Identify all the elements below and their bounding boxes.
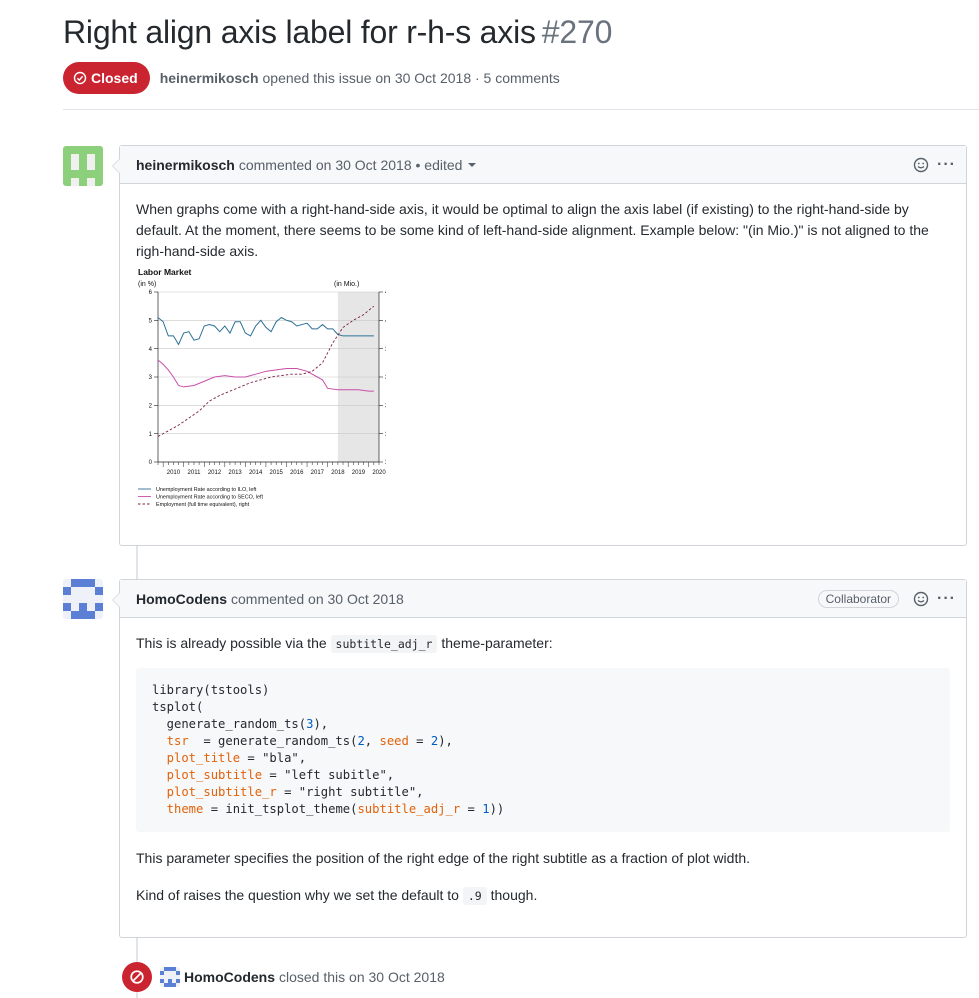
smiley-icon[interactable] <box>911 589 931 609</box>
inline-code: .9 <box>462 887 487 905</box>
comment-meta[interactable]: commented on 30 Oct 2018 • edited <box>239 157 463 173</box>
comment-header: heinermikosch commented on 30 Oct 2018 •… <box>120 146 966 184</box>
comment-paragraph: Kind of raises the question why we set t… <box>136 885 950 906</box>
issue-closed-icon <box>73 71 87 85</box>
event-text: closed this on 30 Oct 2018 <box>279 969 445 985</box>
x-tick-label: 2019 <box>352 470 366 476</box>
x-tick-label: 2020 <box>372 470 386 476</box>
timeline-connector <box>136 546 138 582</box>
text-segment: This is already possible via the <box>136 635 327 651</box>
x-tick-label: 2010 <box>167 470 181 476</box>
x-tick-label: 2014 <box>249 470 263 476</box>
chart-subtitle-left: (in %) <box>138 281 156 288</box>
y-tick-label-left: 3 <box>149 375 153 381</box>
x-tick-label: 2018 <box>331 470 345 476</box>
comment-text: When graphs come with a right-hand-side … <box>136 201 929 259</box>
comment-meta[interactable]: commented on 30 Oct 2018 <box>231 591 404 607</box>
comment-body: This is already possible via the subtitl… <box>120 618 966 921</box>
labor-market-chart: Labor Market (in %) (in Mio.) 0 1 2 3 4 5 6 3.5 3.6… <box>136 266 394 516</box>
inline-code: subtitle_adj_r <box>330 635 438 653</box>
legend-label: Employment (full time equivalent), right <box>156 502 250 508</box>
more-options-icon[interactable]: ··· <box>937 156 956 173</box>
issue-opened-text: opened this issue on 30 Oct 2018 · 5 com… <box>262 70 560 86</box>
x-tick-label: 2011 <box>188 470 202 476</box>
comment-body: When graphs come with a right-hand-side … <box>120 184 966 531</box>
x-tick-label: 2017 <box>311 470 325 476</box>
text-segment: Kind of raises the question why we set t… <box>136 887 459 903</box>
closed-event: HomoCodens closed this on 30 Oct 2018 <box>122 962 445 992</box>
state-label: Closed <box>91 70 138 86</box>
y-tick-label-left: 5 <box>149 319 153 325</box>
comment-paragraph: This parameter specifies the position of… <box>136 850 751 866</box>
issue-number: #270 <box>541 14 613 50</box>
issue-title-text: Right align axis label for r-h-s axis <box>63 14 536 50</box>
event-author-link[interactable]: HomoCodens <box>184 969 275 985</box>
comment-author-link[interactable]: heinermikosch <box>136 157 235 173</box>
chart-subtitle-right: (in Mio.) <box>334 281 359 288</box>
header-divider <box>63 109 979 110</box>
x-tick-label: 2016 <box>290 470 304 476</box>
avatar[interactable] <box>160 967 180 987</box>
y-tick-label-left: 4 <box>149 347 153 353</box>
avatar[interactable] <box>63 146 103 186</box>
chart-title: Labor Market <box>138 267 192 277</box>
y-tick-label-right: 3.9 <box>385 347 386 353</box>
more-options-icon[interactable]: ··· <box>937 590 956 607</box>
x-tick-label: 2012 <box>208 470 222 476</box>
y-tick-label-right: 4.1 <box>385 290 386 296</box>
x-tick-label: 2015 <box>270 470 284 476</box>
comment-header: HomoCodens commented on 30 Oct 2018 Coll… <box>120 580 966 618</box>
comment-paragraph: This is already possible via the subtitl… <box>136 633 950 654</box>
chevron-down-icon[interactable] <box>468 162 477 167</box>
y-tick-label-right: 3.7 <box>385 404 386 410</box>
y-tick-label-right: 4.0 <box>385 319 386 325</box>
y-tick-label-right: 3.6 <box>385 432 386 438</box>
issue-meta: Closed heinermikosch opened this issue o… <box>63 62 560 94</box>
avatar[interactable] <box>63 579 103 619</box>
issue-author-link[interactable]: heinermikosch <box>160 70 259 86</box>
code-block: library(tstools) tsplot( generate_random… <box>136 668 950 832</box>
comment: HomoCodens commented on 30 Oct 2018 Coll… <box>112 579 967 938</box>
collaborator-badge: Collaborator <box>817 589 900 608</box>
y-tick-label-left: 1 <box>149 432 153 438</box>
y-tick-label-right: 3.8 <box>385 375 386 381</box>
y-tick-label-left: 2 <box>149 404 153 410</box>
smiley-icon[interactable] <box>911 155 931 175</box>
comment: heinermikosch commented on 30 Oct 2018 •… <box>112 145 967 546</box>
state-badge: Closed <box>63 62 150 94</box>
text-segment: though. <box>490 887 538 903</box>
x-tick-label: 2013 <box>228 470 242 476</box>
text-segment: theme-parameter: <box>441 635 553 651</box>
legend-label: Unemployment Rate according to SECO, lef… <box>156 495 263 501</box>
y-tick-label-left: 0 <box>149 460 153 466</box>
issue-title: Right align axis label for r-h-s axis #27… <box>63 14 612 51</box>
circle-slash-icon <box>122 962 152 992</box>
chart-svg: Labor Market (in %) (in Mio.) 0 1 2 3 4 5 6 3.5 3.6… <box>138 267 394 508</box>
comment-author-link[interactable]: HomoCodens <box>136 591 227 607</box>
y-tick-label-left: 6 <box>149 290 153 296</box>
legend-label: Unemployment Rate according to ILO, left <box>156 487 257 493</box>
y-tick-label-right: 3.5 <box>385 460 386 466</box>
